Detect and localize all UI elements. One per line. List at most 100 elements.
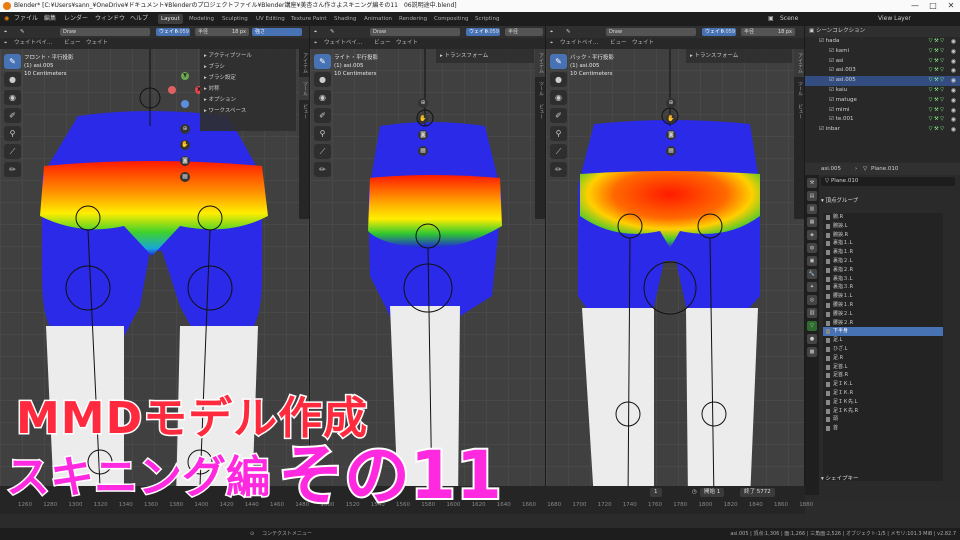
vertex-group-item[interactable]: 腕捩.L <box>823 222 943 231</box>
annotate-tool-icon[interactable]: ✏ <box>314 162 331 177</box>
gizmo-y-axis[interactable]: Y <box>181 72 189 80</box>
tab-texture-paint[interactable]: Texture Paint <box>288 14 330 24</box>
panel-workspace[interactable]: ▸ ワークスペース <box>204 106 292 117</box>
visibility-eye-icon[interactable]: ◉ <box>951 57 956 67</box>
vertex-group-item[interactable]: 足ＩＫ.R <box>823 389 943 398</box>
tab-layout[interactable]: Layout <box>158 14 183 24</box>
ortho-grid-icon[interactable]: ▦ <box>418 146 428 156</box>
pan-hand-icon[interactable]: ✋ <box>666 114 676 124</box>
scene-tab-icon[interactable]: ◈ <box>807 230 817 240</box>
frame-end-field[interactable]: 終了 5772 <box>740 488 775 497</box>
view-icon[interactable]: ⌖ <box>550 38 553 49</box>
outliner-item[interactable]: ☑ kami ▽ ⚒ ▽ ◉ <box>805 47 960 57</box>
vertex-group-item[interactable]: 腰捩２.R <box>823 319 943 328</box>
mesh-data-tab-icon[interactable]: ▽ <box>807 321 817 331</box>
draw-tool-icon[interactable]: ✎ <box>314 54 331 69</box>
tab-view[interactable]: ビュー <box>299 100 309 123</box>
pan-hand-icon[interactable]: ✋ <box>418 114 428 124</box>
gradient-tool-icon[interactable]: ⟋ <box>4 144 21 159</box>
tab-scripting[interactable]: Scripting <box>472 14 502 24</box>
menu-render[interactable]: レンダー <box>64 12 88 26</box>
sample-weight-icon[interactable]: ⚲ <box>314 126 331 141</box>
average-tool-icon[interactable]: ◉ <box>314 90 331 105</box>
outliner-item[interactable]: ☑ te.001 ▽ ⚒ ▽ ◉ <box>805 115 960 125</box>
panel-brush-settings[interactable]: ▸ ブラシ設定 <box>204 73 292 84</box>
constraints-tab-icon[interactable]: ⛓ <box>807 308 817 318</box>
outliner-item-toggle-icon[interactable]: ☑ <box>819 38 826 44</box>
sample-weight-icon[interactable]: ⚲ <box>4 126 21 141</box>
view-icon[interactable]: ⌖ <box>314 38 317 49</box>
tab-shading[interactable]: Shading <box>331 14 359 24</box>
mesh-breadcrumb[interactable]: Plane.010 <box>871 163 898 175</box>
outliner-item[interactable]: ☑ asi.003 ▽ ⚒ ▽ ◉ <box>805 66 960 76</box>
tab-view[interactable]: ビュー <box>535 100 545 123</box>
vertex-group-item[interactable]: 首 <box>823 424 943 433</box>
zoom-icon[interactable]: ⊕ <box>666 98 676 108</box>
outliner-item[interactable]: ☑ asi.005 ▽ ⚒ ▽ ◉ <box>805 76 960 86</box>
outliner-item[interactable]: ☑ kaiu ▽ ⚒ ▽ ◉ <box>805 86 960 96</box>
panel-transform[interactable]: ▸ トランスフォーム <box>690 51 788 62</box>
camera-icon[interactable]: ◙ <box>180 156 190 166</box>
brush-name[interactable]: Draw <box>370 28 460 36</box>
menu-file[interactable]: ファイル <box>14 12 38 26</box>
outliner-item-toggle-icon[interactable]: ☑ <box>829 67 836 73</box>
outliner-item-toggle-icon[interactable]: ☑ <box>829 87 836 93</box>
vertex-group-item[interactable]: 足ＩＫ先.L <box>823 398 943 407</box>
visibility-eye-icon[interactable]: ◉ <box>951 47 956 57</box>
vertex-group-item[interactable]: 足首.L <box>823 363 943 372</box>
output-tab-icon[interactable]: ▥ <box>807 204 817 214</box>
vertex-group-item[interactable]: 足.R <box>823 354 943 363</box>
tab-uv-editing[interactable]: UV Editing <box>253 14 288 24</box>
strength-field[interactable]: 強さ <box>252 28 302 36</box>
visibility-eye-icon[interactable]: ◉ <box>951 86 956 96</box>
gizmo-z-axis[interactable] <box>181 100 189 108</box>
tab-modeling[interactable]: Modeling <box>186 14 217 24</box>
camera-icon[interactable]: ◙ <box>666 130 676 140</box>
draw-tool-icon[interactable]: ✎ <box>550 54 567 69</box>
menu-weight[interactable]: ウェイト <box>396 38 418 49</box>
zoom-icon[interactable]: ⊕ <box>180 124 190 134</box>
vertex-group-item[interactable]: 腰捩１.L <box>823 292 943 301</box>
vertex-groups-panel-header[interactable]: ▾ 頂点グループ <box>821 196 858 204</box>
tab-item[interactable]: アイテム <box>299 49 309 77</box>
mode-select[interactable]: ウェイトペイ... <box>14 38 52 49</box>
vertex-group-item[interactable]: 裏指３.R <box>823 283 943 292</box>
current-frame-field[interactable]: 1 <box>650 488 662 497</box>
tab-view[interactable]: ビュー <box>794 100 804 123</box>
smear-tool-icon[interactable]: ✐ <box>550 108 567 123</box>
brush-name[interactable]: Draw <box>606 28 696 36</box>
tab-rendering[interactable]: Rendering <box>396 14 430 24</box>
material-tab-icon[interactable]: ● <box>807 334 817 344</box>
blender-menu-icon[interactable]: ◉ <box>4 12 9 26</box>
outliner-item-toggle-icon[interactable]: ☑ <box>829 58 836 64</box>
object-tab-icon[interactable]: ▣ <box>807 256 817 266</box>
ortho-grid-icon[interactable]: ▦ <box>666 146 676 156</box>
weight-value[interactable]: 0.059 <box>478 28 502 36</box>
tab-animation[interactable]: Animation <box>361 14 395 24</box>
vertex-group-item[interactable]: 裏指２.L <box>823 257 943 266</box>
panel-brush[interactable]: ▸ ブラシ <box>204 62 292 73</box>
world-tab-icon[interactable]: ◍ <box>807 243 817 253</box>
outliner-item[interactable]: ☑ asi ▽ ⚒ ▽ ◉ <box>805 57 960 67</box>
physics-tab-icon[interactable]: ◎ <box>807 295 817 305</box>
weight-value[interactable]: 0.059 <box>714 28 738 36</box>
vertex-group-item[interactable]: ひざ.L <box>823 345 943 354</box>
vertex-group-item[interactable]: 裏指２.R <box>823 266 943 275</box>
vertex-group-item[interactable]: 裏指３.L <box>823 275 943 284</box>
vertex-group-item[interactable]: 足.L <box>823 336 943 345</box>
tab-tool[interactable]: ツール <box>299 77 309 100</box>
menu-view[interactable]: ビュー <box>374 38 391 49</box>
scene-name[interactable]: Scene <box>780 12 798 26</box>
draw-tool-icon[interactable]: ✎ <box>4 54 21 69</box>
outliner-item[interactable]: ☑ inbar ▽ ⚒ ▽ ◉ <box>805 125 960 135</box>
view-layer-name[interactable]: View Layer <box>878 12 911 26</box>
vertex-group-item[interactable]: 裏指１.R <box>823 248 943 257</box>
vertex-group-item[interactable]: 腰捩１.R <box>823 301 943 310</box>
vertex-group-list[interactable]: 腕.R 腕捩.L 腕捩.R 裏指１.L 裏指１.R 裏指２.L 裏指２.R 裏指３.L 裏指３.… <box>823 213 943 481</box>
visibility-eye-icon[interactable]: ◉ <box>951 37 956 47</box>
brush-icon[interactable]: ✎ <box>330 26 335 38</box>
weight-value[interactable]: 0.059 <box>168 28 192 36</box>
shape-keys-panel-header[interactable]: ▾ シェイプキー <box>821 474 859 482</box>
ortho-grid-icon[interactable]: ▦ <box>180 172 190 182</box>
mode-select[interactable]: ウェイトペイ... <box>560 38 598 49</box>
